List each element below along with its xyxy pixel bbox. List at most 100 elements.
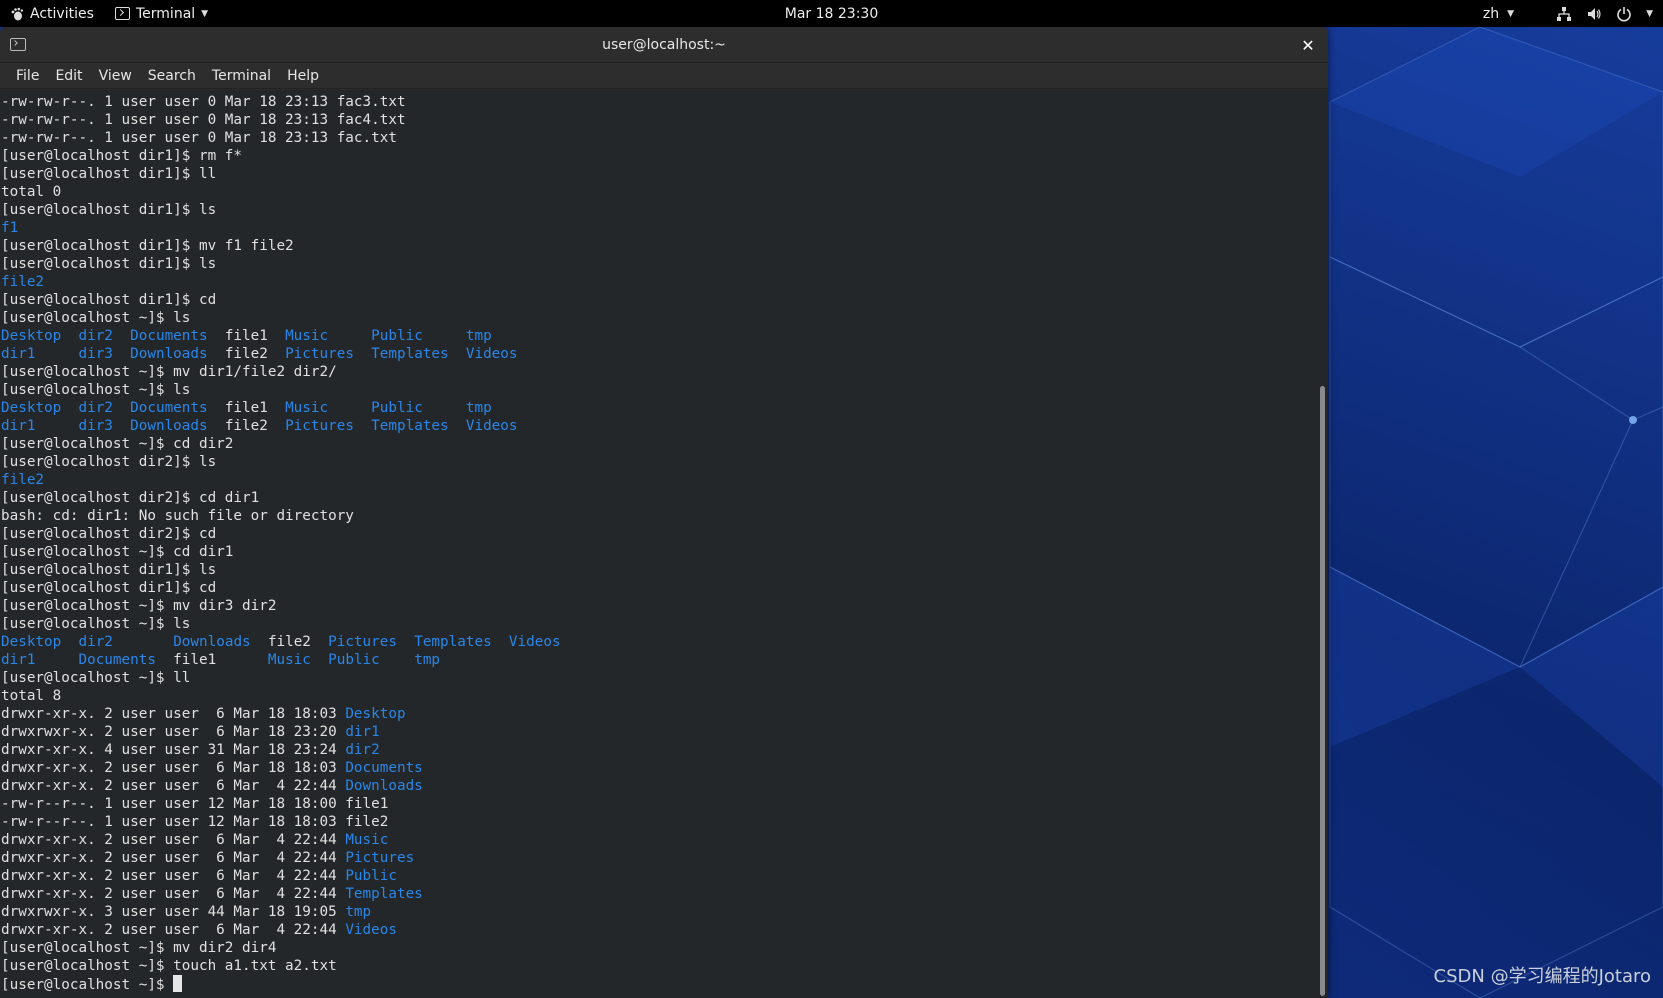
- menu-file[interactable]: File: [8, 63, 47, 89]
- input-method-indicator[interactable]: zh ▼: [1483, 0, 1514, 27]
- close-button[interactable]: ✕: [1296, 33, 1320, 57]
- directory-entry: Public: [371, 400, 423, 416]
- terminal-text: [user@localhost dir2]$ ls: [1, 454, 217, 470]
- volume-icon: [1588, 7, 1601, 20]
- directory-entry: Documents: [345, 760, 423, 776]
- terminal-line: -rw-rw-r--. 1 user user 0 Mar 18 23:13 f…: [0, 111, 1316, 129]
- menu-search[interactable]: Search: [140, 63, 204, 89]
- terminal-line: drwxr-xr-x. 4 user user 31 Mar 18 23:24 …: [0, 741, 1316, 759]
- terminal-line: -rw-rw-r--. 1 user user 0 Mar 18 23:13 f…: [0, 129, 1316, 147]
- directory-entry: Documents: [130, 400, 208, 416]
- terminal-line: drwxr-xr-x. 2 user user 6 Mar 4 22:44 Te…: [0, 885, 1316, 903]
- input-method-label: zh: [1482, 5, 1500, 22]
- terminal-text: [user@localhost ~]$ ls: [1, 616, 191, 632]
- directory-entry: file2: [1, 274, 45, 290]
- directory-entry: Templates: [371, 418, 449, 434]
- terminal-line: [user@localhost ~]$ mv dir2 dir4: [0, 939, 1316, 957]
- directory-entry: Downloads: [173, 634, 251, 650]
- directory-entry: Documents: [130, 328, 208, 344]
- directory-entry: Videos: [508, 634, 561, 650]
- terminal-line: [user@localhost ~]$ cd dir1: [0, 543, 1316, 561]
- directory-entry: Music: [267, 652, 311, 668]
- activities-button[interactable]: Activities: [10, 0, 94, 27]
- window-title: user@localhost:~: [602, 36, 726, 53]
- directory-entry: Pictures: [285, 418, 354, 434]
- menu-view[interactable]: View: [91, 63, 140, 89]
- menu-help[interactable]: Help: [279, 63, 327, 89]
- directory-entry: Music: [345, 832, 389, 848]
- terminal-line: drwxr-xr-x. 2 user user 6 Mar 18 18:03 D…: [0, 759, 1316, 777]
- terminal-line: [user@localhost ~]$ touch a1.txt a2.txt: [0, 957, 1316, 975]
- terminal-line: [user@localhost ~]$ ls: [0, 381, 1316, 399]
- terminal-text: drwxr-xr-x. 2 user user 6 Mar 4 22:44: [1, 922, 346, 938]
- terminal-line: -rw-rw-r--. 1 user user 0 Mar 18 23:13 f…: [0, 93, 1316, 111]
- terminal-text: drwxr-xr-x. 2 user user 6 Mar 4 22:44: [1, 868, 346, 884]
- terminal-text: file1: [207, 400, 286, 416]
- terminal-line: [user@localhost dir1]$ ls: [0, 201, 1316, 219]
- terminal-text: file1: [155, 652, 268, 668]
- terminal-line: Desktop dir2 Downloads file2 Pictures Te…: [0, 633, 1316, 651]
- terminal-text: drwxr-xr-x. 2 user user 6 Mar 4 22:44: [1, 850, 346, 866]
- directory-entry: Pictures: [345, 850, 415, 866]
- terminal-line: [user@localhost ~]$ ls: [0, 615, 1316, 633]
- activities-label: Activities: [30, 5, 94, 22]
- terminal-icon: [10, 38, 26, 51]
- terminal-text: bash: cd: dir1: No such file or director…: [1, 508, 354, 524]
- system-tray[interactable]: zh ▼ ▼: [1483, 0, 1653, 27]
- directory-entry: dir3: [78, 418, 113, 434]
- directory-entry: Templates: [371, 346, 449, 362]
- directory-entry: Documents: [78, 652, 156, 668]
- terminal-line: Desktop dir2 Documents file1 Music Publi…: [0, 327, 1316, 345]
- terminal-line: [user@localhost ~]$ ll: [0, 669, 1316, 687]
- terminal-line: file2: [0, 471, 1316, 489]
- directory-entry: dir3: [78, 346, 113, 362]
- terminal-line: [user@localhost dir1]$ cd: [0, 579, 1316, 597]
- terminal-text: file2: [207, 346, 286, 362]
- menu-terminal[interactable]: Terminal: [204, 63, 279, 89]
- window-titlebar[interactable]: user@localhost:~ ✕: [0, 27, 1328, 63]
- gnome-foot-icon: [11, 7, 23, 20]
- terminal-line: [user@localhost dir2]$ cd dir1: [0, 489, 1316, 507]
- menu-bar: File Edit View Search Terminal Help: [0, 63, 1328, 89]
- scrollbar[interactable]: [1316, 90, 1328, 998]
- chevron-down-icon: ▼: [1646, 8, 1653, 19]
- terminal-output[interactable]: -rw-rw-r--. 1 user user 0 Mar 18 23:13 f…: [0, 90, 1316, 998]
- terminal-text: [user@localhost ~]$ cd dir1: [1, 544, 234, 560]
- clock[interactable]: Mar 18 23:30: [785, 0, 878, 27]
- terminal-text: drwxrwxr-x. 3 user user 44 Mar 18 19:05: [1, 904, 346, 920]
- directory-entry: Templates: [414, 634, 492, 650]
- terminal-line: dir1 dir3 Downloads file2 Pictures Templ…: [0, 345, 1316, 363]
- terminal-text: [user@localhost ~]$ touch a1.txt a2.txt: [1, 958, 337, 974]
- terminal-text: [user@localhost dir1]$ ls: [1, 562, 217, 578]
- directory-entry: f1: [1, 220, 19, 236]
- scrollbar-thumb[interactable]: [1320, 386, 1325, 996]
- terminal-line: [user@localhost ~]$ ls: [0, 309, 1316, 327]
- directory-entry: Downloads: [130, 346, 208, 362]
- app-menu-terminal[interactable]: Terminal ▼: [115, 0, 208, 27]
- terminal-line: [user@localhost ~]$: [0, 975, 1316, 993]
- terminal-text: drwxr-xr-x. 2 user user 6 Mar 18 18:03: [1, 760, 346, 776]
- terminal-text: -rw-rw-r--. 1 user user 0 Mar 18 23:13 f…: [1, 130, 397, 146]
- terminal-line: [user@localhost ~]$ mv dir3 dir2: [0, 597, 1316, 615]
- terminal-line: drwxr-xr-x. 2 user user 6 Mar 4 22:44 Vi…: [0, 921, 1316, 939]
- terminal-text: file2: [207, 418, 286, 434]
- terminal-text: [user@localhost dir1]$ ls: [1, 202, 217, 218]
- terminal-line: drwxrwxr-x. 3 user user 44 Mar 18 19:05 …: [0, 903, 1316, 921]
- terminal-text: -rw-rw-r--. 1 user user 0 Mar 18 23:13 f…: [1, 94, 406, 110]
- menu-edit[interactable]: Edit: [47, 63, 90, 89]
- terminal-line: [user@localhost dir2]$ cd: [0, 525, 1316, 543]
- terminal-line: [user@localhost dir1]$ ll: [0, 165, 1316, 183]
- terminal-text: [user@localhost ~]$: [1, 977, 174, 993]
- directory-entry: Desktop: [1, 400, 62, 416]
- terminal-text: [user@localhost dir1]$ ls: [1, 256, 217, 272]
- terminal-text: -rw-r--r--. 1 user user 12 Mar 18 18:00 …: [1, 796, 389, 812]
- terminal-text: [user@localhost dir1]$ rm f*: [1, 148, 243, 164]
